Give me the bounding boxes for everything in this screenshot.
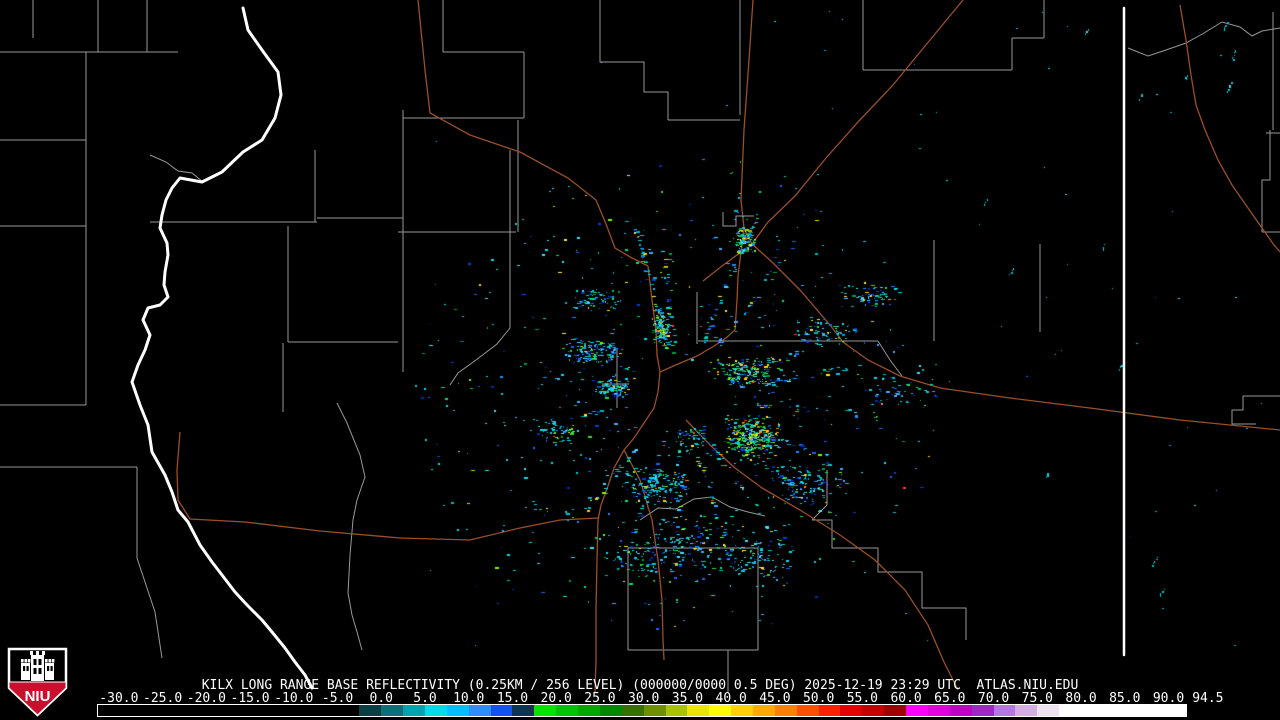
- colorbar-segment: [709, 705, 732, 716]
- colorbar-segment: [556, 705, 579, 716]
- colorbar-segment: [862, 705, 885, 716]
- reflectivity-colorbar: [97, 704, 1187, 717]
- colorbar-segment: [753, 705, 776, 716]
- colorbar-segment: [359, 705, 382, 716]
- colorbar-segment: [993, 705, 1016, 716]
- colorbar-segment: [731, 705, 754, 716]
- colorbar-segment: [403, 705, 426, 716]
- colorbar-segment: [599, 705, 623, 716]
- colorbar-segment: [818, 705, 841, 716]
- colorbar-segment: [490, 705, 513, 716]
- colorbar-segment: [578, 705, 601, 716]
- colorbar-segment: [446, 705, 470, 716]
- colorbar-segment: [687, 705, 710, 716]
- radar-product-view: KILX LONG RANGE BASE REFLECTIVITY (0.25K…: [0, 0, 1280, 720]
- colorbar-segment: [381, 705, 404, 716]
- colorbar-segment: [884, 705, 907, 716]
- colorbar-segment: [468, 705, 492, 716]
- colorbar-segment: [425, 705, 448, 716]
- niu-logo-text: NIU: [25, 688, 51, 705]
- colorbar-segment: [796, 705, 820, 716]
- colorbar-segment: [1059, 705, 1187, 716]
- colorbar-segment: [971, 705, 995, 716]
- colorbar-segment: [1015, 705, 1038, 716]
- niu-logo: NIU: [7, 647, 68, 717]
- colorbar-segment: [927, 705, 951, 716]
- colorbar-segment: [949, 705, 973, 716]
- colorbar-segment: [1037, 705, 1060, 716]
- colorbar-segment: [840, 705, 863, 716]
- colorbar-segment: [512, 705, 535, 716]
- colorbar-segment: [534, 705, 557, 716]
- colorbar-tick-labels: -30.0 -25.0 -20.0 -15.0 -10.0 -5.0 0.0 5.0 10.0 1…: [0, 691, 1280, 706]
- colorbar-segment: [621, 705, 645, 716]
- colorbar-segment: [643, 705, 667, 716]
- tick-label: 94.5: [1192, 691, 1224, 706]
- radar-echoes-layer: [0, 0, 1280, 720]
- colorbar-segment: [906, 705, 929, 716]
- colorbar-segment: [774, 705, 798, 716]
- colorbar-segment: [665, 705, 688, 716]
